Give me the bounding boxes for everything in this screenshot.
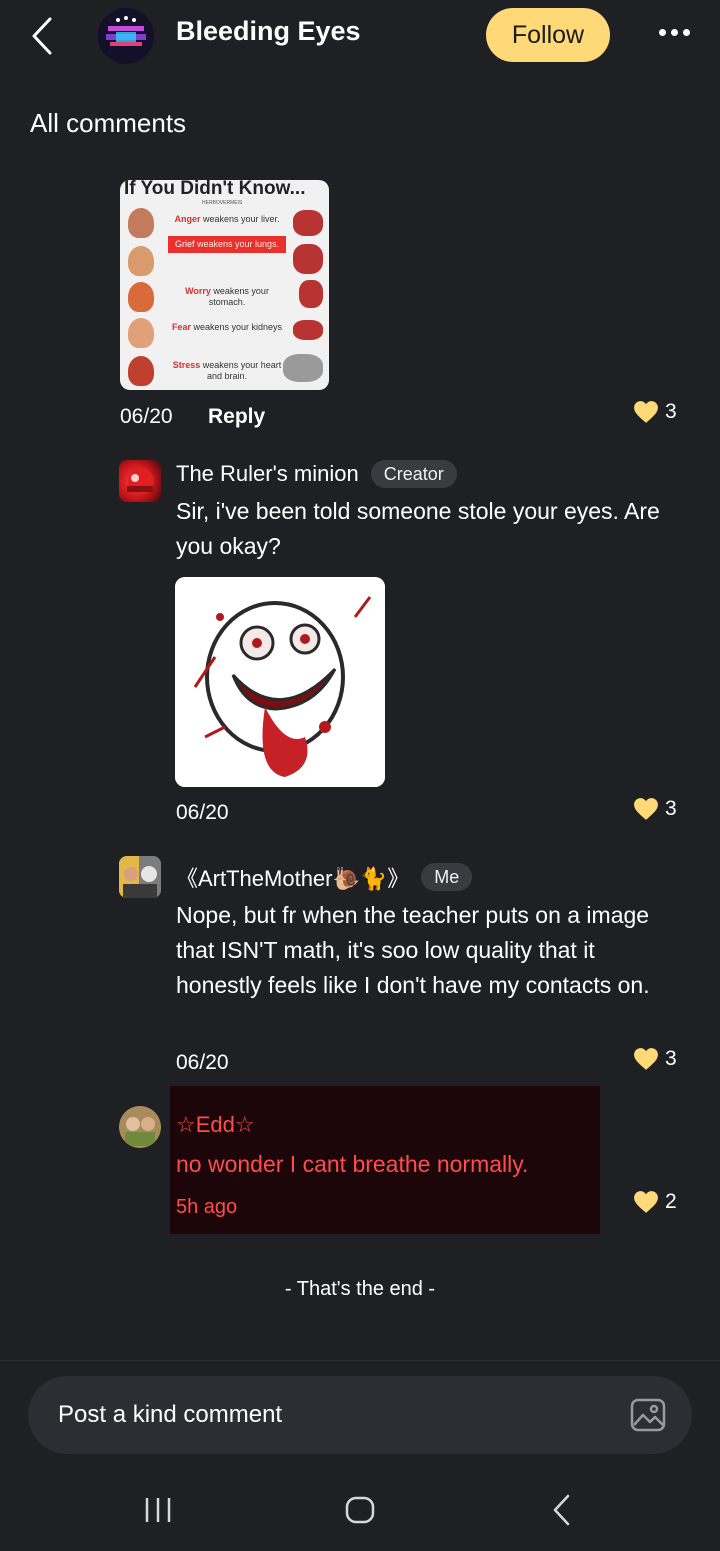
attach-image-button[interactable] bbox=[630, 1398, 666, 1432]
home-button[interactable] bbox=[330, 1486, 390, 1534]
image-icon bbox=[630, 1398, 666, 1432]
system-back-button[interactable] bbox=[532, 1486, 592, 1534]
comment-date: 06/20 bbox=[176, 801, 229, 824]
more-dots-icon bbox=[658, 28, 666, 36]
back-button[interactable] bbox=[22, 14, 62, 58]
face-illustration bbox=[128, 356, 154, 386]
face-illustration bbox=[128, 282, 154, 312]
heart-icon bbox=[634, 798, 658, 820]
author-name[interactable]: 《ArtTheMother🐌🐈》 bbox=[176, 861, 409, 893]
comment-text: Nope, but fr when the teacher puts on a … bbox=[176, 902, 650, 998]
divider bbox=[0, 1360, 720, 1361]
info-row: Stress weakens your heart and brain. bbox=[172, 360, 282, 381]
comment-composer bbox=[28, 1376, 692, 1454]
info-row: Fear weakens your kidneys bbox=[171, 322, 283, 332]
creator-badge: Creator bbox=[370, 460, 457, 488]
like-count: 3 bbox=[665, 797, 677, 820]
end-of-list-text: - That's the end - bbox=[284, 1278, 436, 1300]
comment-header: The Ruler's minion Creator bbox=[176, 460, 457, 488]
comment-text: Sir, i've been told someone stole your e… bbox=[176, 498, 660, 559]
comment-date: 06/20 bbox=[120, 405, 173, 428]
avatar[interactable] bbox=[119, 1106, 161, 1148]
comment-text: no wonder I cant breathe normally. bbox=[176, 1151, 529, 1177]
info-row: Worry weakens your stomach. bbox=[185, 286, 269, 307]
kidneys-illustration bbox=[293, 320, 323, 340]
heart-icon bbox=[634, 401, 658, 423]
author-name[interactable]: ☆Edd☆ bbox=[176, 1112, 255, 1138]
like-count: 3 bbox=[665, 1047, 677, 1070]
comment-time: 5h ago bbox=[176, 1196, 238, 1218]
scale-illustration bbox=[283, 354, 323, 382]
heart-icon bbox=[634, 1191, 658, 1213]
like-button[interactable]: 3 bbox=[633, 400, 677, 424]
liver-illustration bbox=[293, 210, 323, 236]
comment-date: 06/20 bbox=[176, 1051, 229, 1074]
face-illustration bbox=[128, 318, 154, 348]
follow-button[interactable]: Follow bbox=[486, 8, 610, 62]
more-options-button[interactable] bbox=[650, 16, 698, 48]
image-subtitle: HERBOVERMEIS bbox=[202, 200, 243, 206]
heart-icon bbox=[634, 1048, 658, 1070]
community-avatar[interactable] bbox=[98, 8, 154, 64]
avatar[interactable] bbox=[119, 460, 161, 502]
page-title: Bleeding Eyes bbox=[176, 16, 361, 46]
info-row: Grief weakens your lungs. bbox=[168, 236, 286, 253]
face-illustration bbox=[128, 208, 154, 238]
avatar[interactable] bbox=[119, 856, 161, 898]
face-illustration bbox=[128, 246, 154, 276]
home-icon bbox=[345, 1496, 375, 1524]
like-count: 2 bbox=[665, 1190, 677, 1213]
like-button[interactable]: 2 bbox=[633, 1190, 677, 1214]
chevron-left-icon bbox=[32, 17, 52, 55]
section-title: All comments bbox=[30, 108, 187, 138]
info-row: Anger weakens your liver. bbox=[174, 214, 280, 224]
author-name[interactable]: The Ruler's minion bbox=[176, 461, 359, 487]
image-title: If You Didn't Know... bbox=[124, 180, 306, 199]
recent-apps-button[interactable] bbox=[128, 1486, 188, 1534]
lungs-illustration bbox=[293, 244, 323, 274]
like-count: 3 bbox=[665, 400, 677, 423]
reply-button[interactable]: Reply bbox=[208, 405, 265, 429]
back-arrow-icon bbox=[553, 1494, 570, 1526]
like-button[interactable]: 3 bbox=[633, 1047, 677, 1071]
like-button[interactable]: 3 bbox=[633, 797, 677, 821]
comment-image[interactable] bbox=[175, 577, 385, 787]
comment-header: 《ArtTheMother🐌🐈》 Me bbox=[176, 861, 473, 893]
stomach-illustration bbox=[299, 280, 323, 308]
me-badge: Me bbox=[421, 863, 473, 891]
comment-input[interactable] bbox=[58, 1376, 598, 1454]
recent-apps-icon bbox=[145, 1498, 171, 1522]
comment-image[interactable]: If You Didn't Know... HERBOVERMEIS Anger… bbox=[120, 180, 329, 390]
